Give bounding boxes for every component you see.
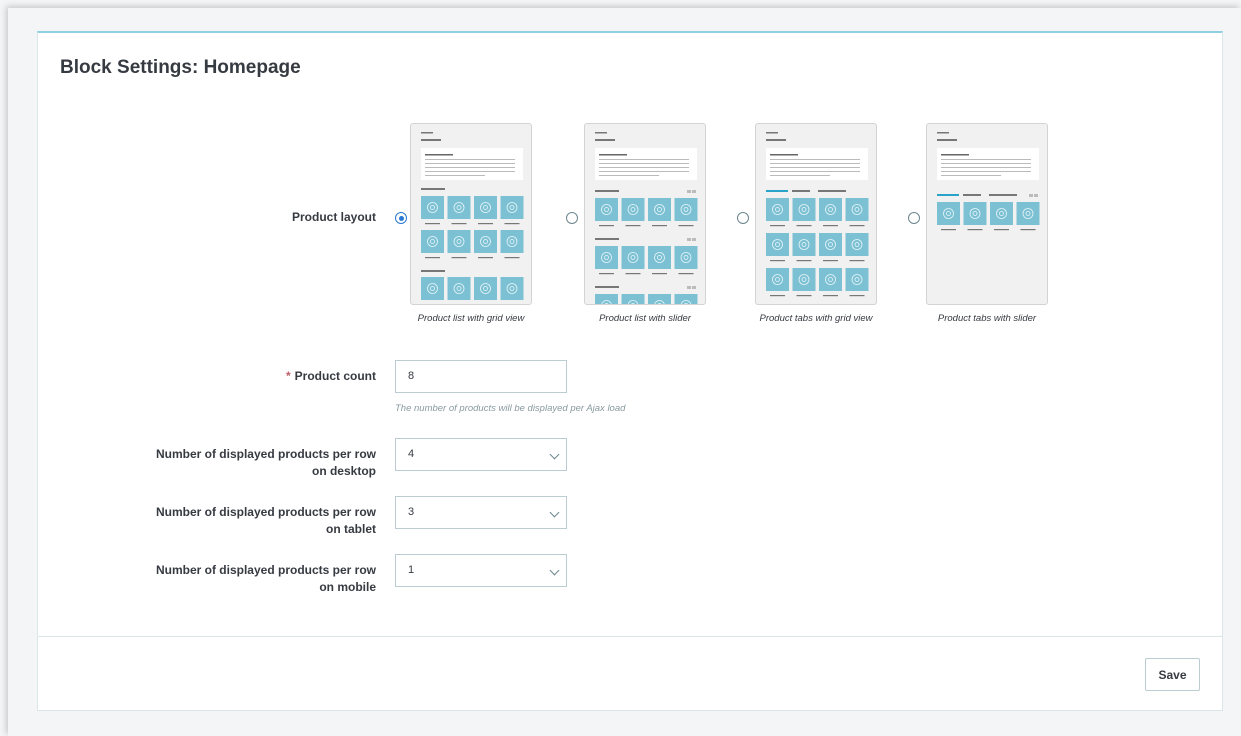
layout-preview-image [937, 132, 1040, 231]
desktop-label-line1: Number of displayed products per row [155, 447, 376, 461]
block-settings-panel: Block Settings: Homepage Product layout … [37, 31, 1223, 711]
flower-icon [963, 202, 987, 225]
flower-icon [621, 294, 645, 304]
flower-icon [421, 230, 444, 253]
desktop-label-line2: on desktop [311, 464, 376, 478]
desktop-per-row-value: 4 [408, 448, 415, 460]
chevron-down-icon [549, 449, 560, 460]
product-layout-label: Product layout [291, 210, 376, 224]
flower-icon [845, 233, 869, 256]
flower-icon [500, 277, 524, 300]
mobile-label-line2: on mobile [319, 580, 376, 594]
product-count-input[interactable]: 8 [395, 360, 567, 393]
flower-icon [990, 202, 1013, 225]
layout-caption-tabs-slider: Product tabs with slider [937, 313, 1037, 324]
flower-icon [648, 198, 671, 221]
layout-thumbnail-tabs-grid[interactable] [755, 123, 877, 305]
flower-icon [792, 198, 816, 221]
flower-icon [1016, 202, 1040, 225]
product-count-label: * Product count [286, 368, 376, 385]
flower-icon [648, 294, 671, 304]
flower-icon [674, 246, 698, 269]
layout-radio-list-slider[interactable] [566, 212, 578, 224]
required-mark: * [286, 369, 291, 383]
tablet-label-line1: Number of displayed products per row [155, 505, 376, 519]
flower-icon [766, 198, 789, 221]
save-button[interactable]: Save [1145, 658, 1200, 691]
flower-icon [792, 233, 816, 256]
tablet-per-row-value: 3 [408, 506, 415, 518]
flower-icon [447, 277, 471, 300]
desktop-per-row-select[interactable]: 4 [395, 438, 567, 471]
flower-icon [621, 246, 645, 269]
panel-title: Block Settings: Homepage [60, 57, 301, 78]
layout-radio-tabs-slider[interactable] [908, 212, 920, 224]
flower-icon [845, 268, 869, 291]
flower-icon [474, 196, 497, 219]
desktop-per-row-label: Number of displayed products per row on … [156, 446, 376, 480]
chevron-down-icon [549, 565, 560, 576]
flower-icon [766, 233, 789, 256]
flower-icon [674, 198, 698, 221]
panel-footer-divider [38, 636, 1222, 637]
flower-icon [447, 230, 471, 253]
chevron-down-icon [549, 507, 560, 518]
tablet-per-row-select[interactable]: 3 [395, 496, 567, 529]
tablet-label-line2: on tablet [326, 522, 376, 536]
layout-thumbnail-tabs-slider[interactable] [926, 123, 1048, 305]
flower-icon [595, 294, 618, 304]
layout-preview-image [421, 132, 524, 300]
flower-icon [792, 268, 816, 291]
flower-icon [648, 246, 671, 269]
layout-preview-image [766, 132, 869, 297]
flower-icon [621, 198, 645, 221]
product-count-label-text: Product count [294, 369, 376, 383]
tablet-per-row-label: Number of displayed products per row on … [156, 504, 376, 538]
flower-icon [447, 196, 471, 219]
layout-thumbnail-list-slider[interactable] [584, 123, 706, 305]
mobile-label-line1: Number of displayed products per row [155, 563, 376, 577]
flower-icon [674, 294, 698, 304]
mobile-per-row-label: Number of displayed products per row on … [156, 562, 376, 596]
layout-preview-image [595, 132, 698, 304]
flower-icon [500, 230, 524, 253]
product-count-help: The number of products will be displayed… [395, 403, 626, 414]
flower-icon [845, 198, 869, 221]
mobile-per-row-select[interactable]: 1 [395, 554, 567, 587]
flower-icon [474, 277, 497, 300]
flower-icon [595, 198, 618, 221]
layout-radio-list-grid[interactable] [395, 212, 407, 224]
flower-icon [421, 196, 444, 219]
flower-icon [819, 198, 842, 221]
flower-icon [819, 268, 842, 291]
flower-icon [474, 230, 497, 253]
layout-caption-list-slider: Product list with slider [599, 313, 691, 324]
flower-icon [595, 246, 618, 269]
flower-icon [937, 202, 960, 225]
mobile-per-row-value: 1 [408, 564, 415, 576]
flower-icon [421, 277, 444, 300]
layout-caption-list-grid: Product list with grid view [417, 313, 525, 324]
layout-thumbnail-list-grid[interactable] [410, 123, 532, 305]
flower-icon [766, 268, 789, 291]
flower-icon [819, 233, 842, 256]
layout-radio-tabs-grid[interactable] [737, 212, 749, 224]
flower-icon [500, 196, 524, 219]
layout-caption-tabs-grid: Product tabs with grid view [759, 313, 873, 324]
